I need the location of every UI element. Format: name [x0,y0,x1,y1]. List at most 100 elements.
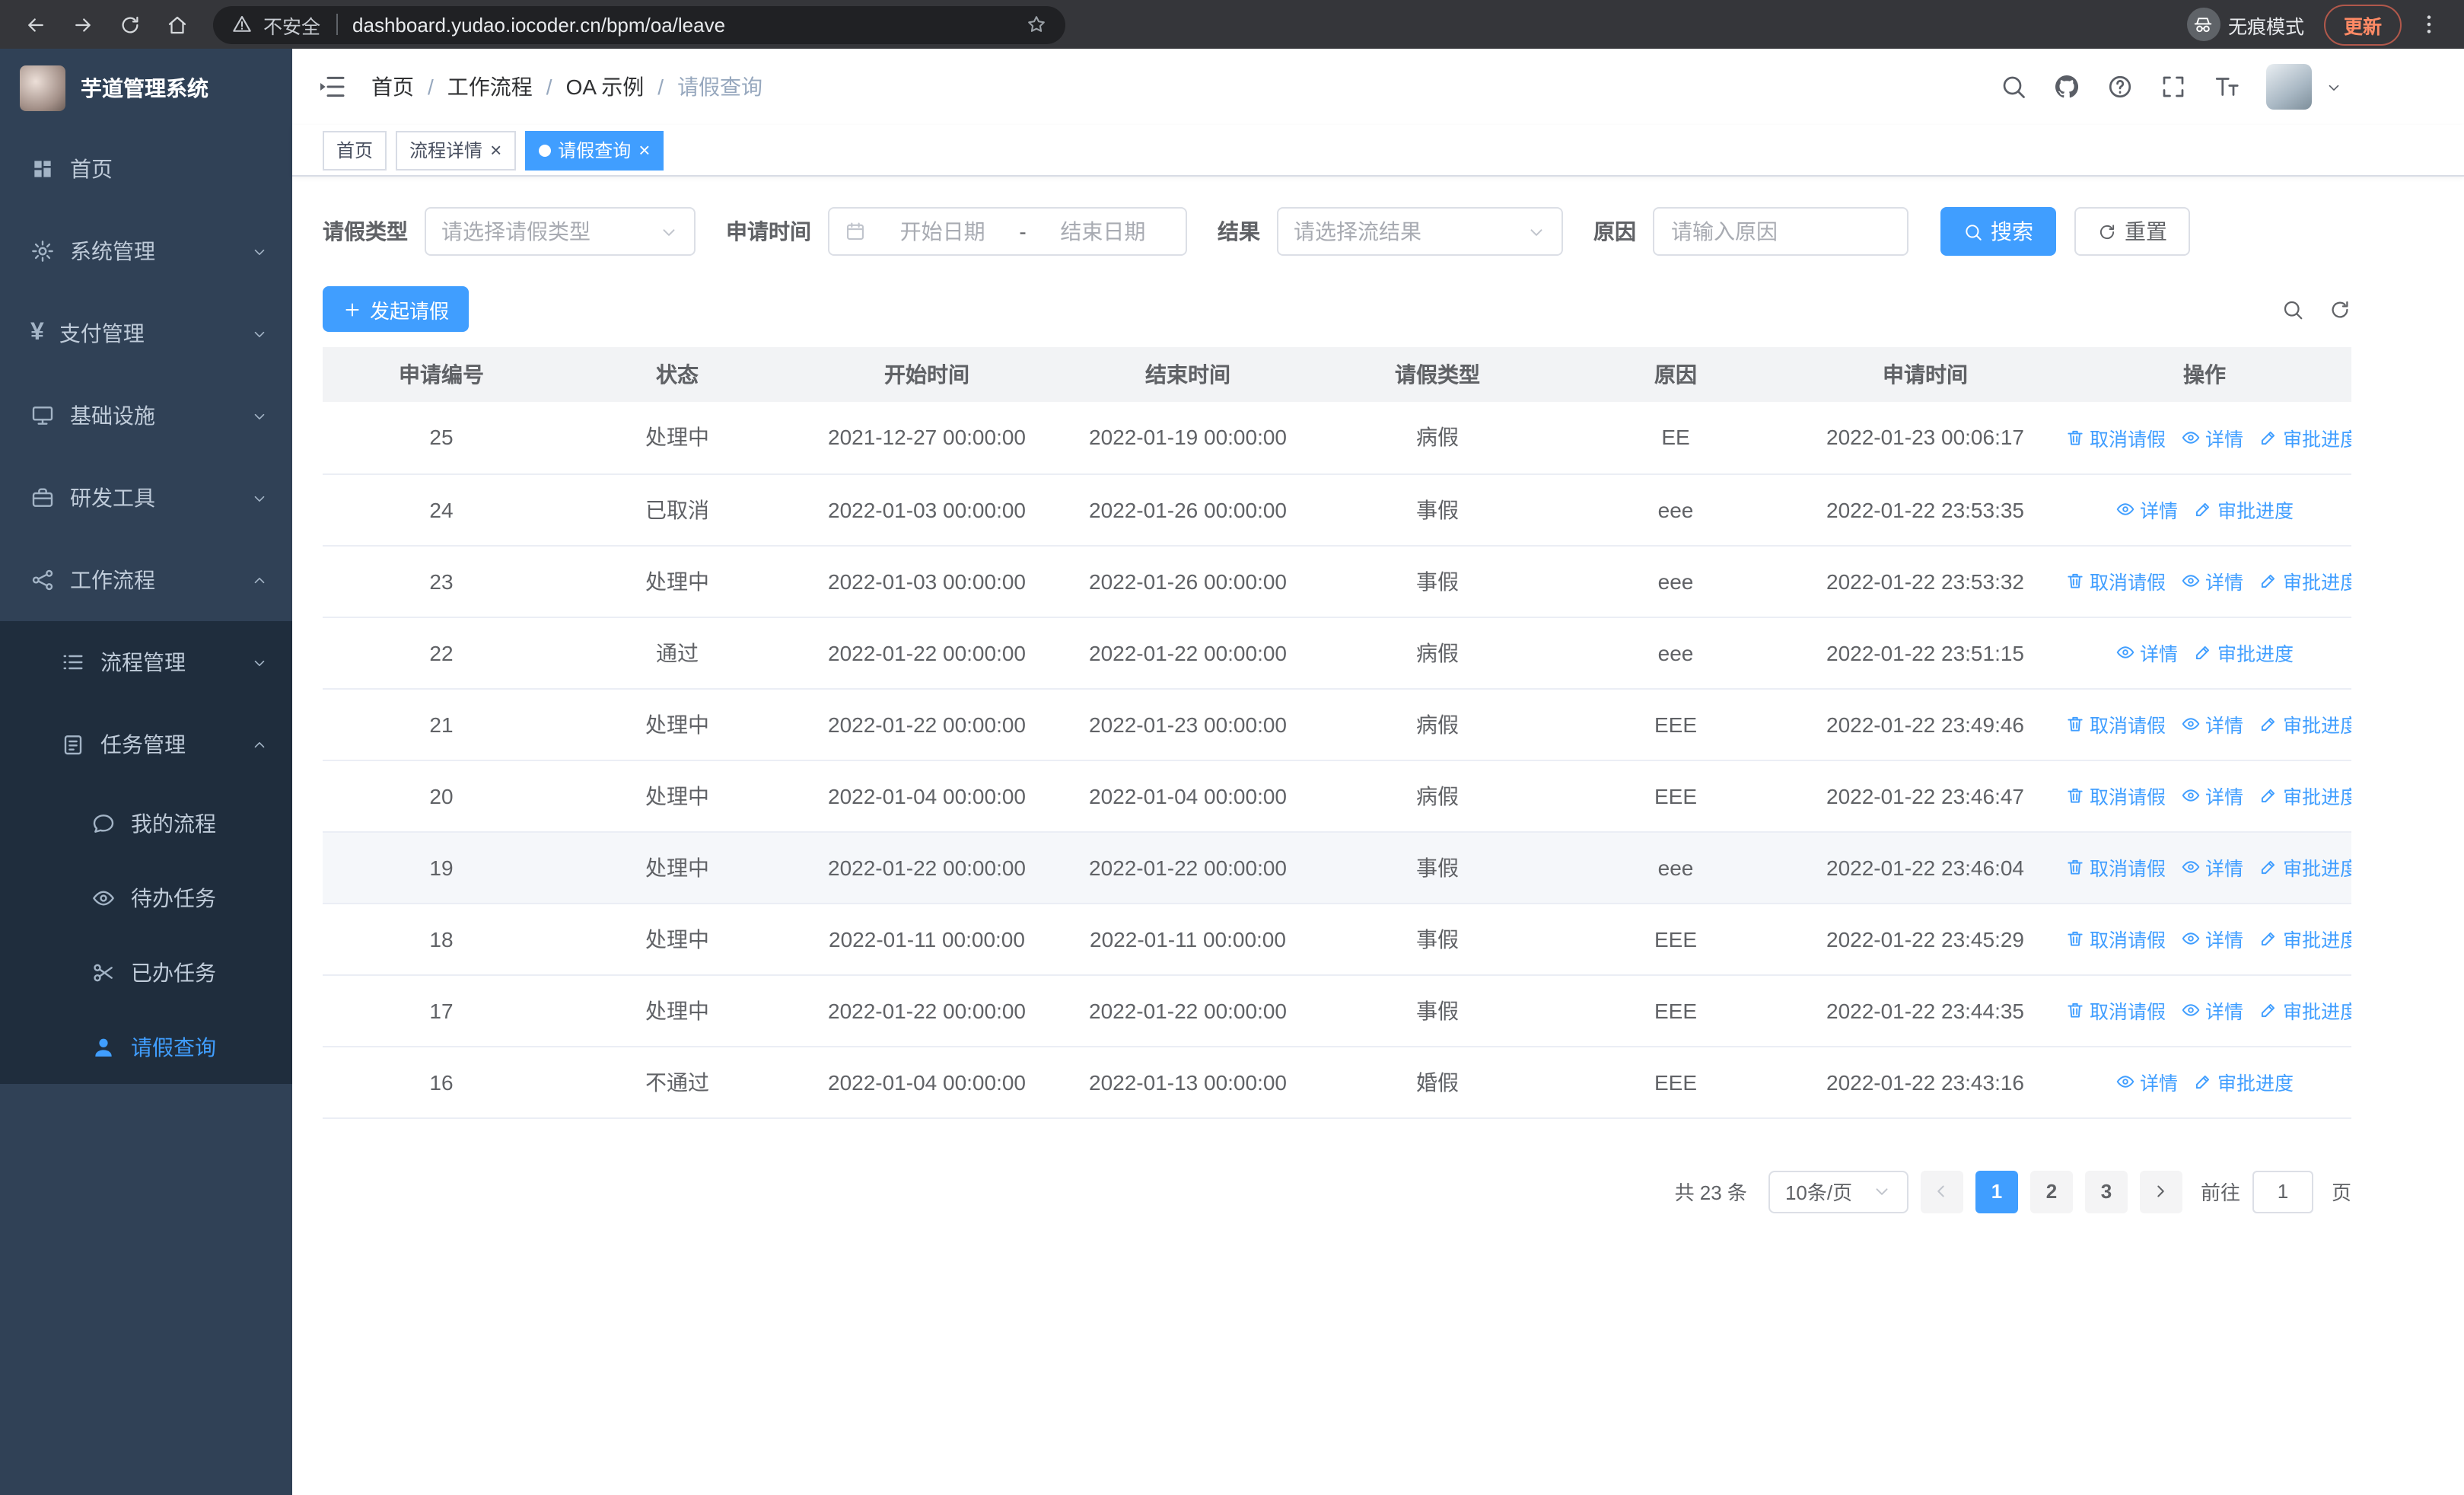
reason-input[interactable] [1656,209,1905,254]
cell-type: 婚假 [1316,1046,1558,1118]
cell-type: 病假 [1316,617,1558,689]
sidebar-item-process-management[interactable]: 流程管理 [0,621,292,703]
action-progress-link[interactable]: 审批进度 [2259,853,2351,881]
result-select[interactable]: 请选择流结果 [1277,207,1563,256]
action-label: 审批进度 [2217,644,2294,665]
action-progress-link[interactable]: 审批进度 [2259,423,2351,452]
action-detail-link[interactable]: 详情 [2181,781,2243,810]
font-size-icon[interactable] [2213,73,2240,100]
eye-icon [2181,571,2201,591]
apply-time-range-picker[interactable]: 开始日期 - 结束日期 [828,207,1187,256]
sidebar-item-workflow[interactable]: 工作流程 [0,539,292,621]
help-icon[interactable] [2106,73,2134,100]
cell-reason: eee [1558,617,1793,689]
tab-home[interactable]: 首页 [323,130,387,170]
create-leave-button[interactable]: 发起请假 [323,286,470,332]
cell-type: 事假 [1316,545,1558,617]
action-detail-link[interactable]: 详情 [2181,709,2243,738]
bookmark-star-icon[interactable] [1026,14,1047,35]
action-detail-link[interactable]: 详情 [2181,924,2243,953]
sidebar-item-task-management[interactable]: 任务管理 [0,703,292,786]
user-avatar[interactable] [2266,64,2312,110]
app-logo[interactable]: 芋道管理系统 [0,49,292,128]
browser-update-button[interactable]: 更新 [2323,4,2402,45]
action-progress-link[interactable]: 审批进度 [2259,924,2351,953]
page-button-1[interactable]: 1 [1975,1170,2018,1213]
browser-menu-icon[interactable] [2409,5,2449,44]
cell-type: 病假 [1316,688,1558,760]
action-detail-link[interactable]: 详情 [2115,495,2178,524]
action-cancel-link[interactable]: 取消请假 [2065,423,2166,452]
action-detail-link[interactable]: 详情 [2181,566,2243,595]
cell-actions: 取消请假 详情 审批进度 [2058,545,2351,617]
main-area: 首页 / 工作流程 / OA 示例 / 请假查询 首页 流程详情 × 请假查询 × 请假类型 [292,49,2464,1495]
action-label: 详情 [2205,859,2244,880]
toggle-search-icon[interactable] [2281,298,2304,320]
cell-id: 25 [323,402,560,474]
action-cancel-link[interactable]: 取消请假 [2065,709,2166,738]
action-progress-link[interactable]: 审批进度 [2259,709,2351,738]
url-text[interactable]: dashboard.yudao.iocoder.cn/bpm/oa/leave [352,13,725,36]
action-cancel-link[interactable]: 取消请假 [2065,781,2166,810]
sidebar-item-my-process[interactable]: 我的流程 [0,786,292,860]
address-bar[interactable]: 不安全 dashboard.yudao.iocoder.cn/bpm/oa/le… [213,5,1065,43]
reset-button[interactable]: 重置 [2074,207,2190,256]
action-cancel-link[interactable]: 取消请假 [2065,566,2166,595]
action-detail-link[interactable]: 详情 [2181,853,2243,881]
action-progress-link[interactable]: 审批进度 [2193,638,2294,667]
prev-page-button[interactable] [1920,1170,1963,1213]
sidebar-item-label: 基础设施 [70,403,155,428]
tab-process-detail[interactable]: 流程详情 × [396,130,516,170]
tab-leave-query[interactable]: 请假查询 × [524,130,664,170]
cell-start: 2022-01-04 00:00:00 [794,760,1059,832]
header-search-icon[interactable] [2000,73,2027,100]
sidebar-toggle-icon[interactable] [317,72,347,102]
tab-close-icon[interactable]: × [638,140,650,160]
page-button-2[interactable]: 2 [2029,1170,2073,1213]
action-cancel-link[interactable]: 取消请假 [2065,853,2166,881]
search-button[interactable]: 搜索 [1940,207,2056,256]
refresh-table-icon[interactable] [2329,298,2351,320]
cell-start: 2021-12-27 00:00:00 [794,402,1059,474]
sidebar-item-dev-tools[interactable]: 研发工具 [0,457,292,539]
security-label[interactable]: 不安全 [263,10,320,39]
page-button-3[interactable]: 3 [2084,1170,2128,1213]
incognito-icon [2194,14,2214,34]
leave-type-select[interactable]: 请选择请假类型 [425,207,696,256]
fullscreen-icon[interactable] [2160,73,2187,100]
browser-back-icon[interactable] [15,5,55,44]
action-detail-link[interactable]: 详情 [2115,1067,2178,1096]
github-icon[interactable] [2053,73,2080,100]
action-detail-link[interactable]: 详情 [2181,996,2243,1025]
sidebar-item-todo-tasks[interactable]: 待办任务 [0,860,292,935]
action-detail-link[interactable]: 详情 [2115,638,2178,667]
goto-page-input[interactable] [2252,1170,2313,1213]
breadcrumb-item[interactable]: OA 示例 [566,72,645,102]
breadcrumb-item[interactable]: 首页 [371,72,414,102]
next-page-button[interactable] [2139,1170,2182,1213]
sidebar-item-done-tasks[interactable]: 已办任务 [0,935,292,1009]
browser-reload-icon[interactable] [110,5,149,44]
sidebar-item-system-management[interactable]: 系统管理 [0,210,292,292]
browser-forward-icon[interactable] [62,5,102,44]
action-progress-link[interactable]: 审批进度 [2193,1067,2294,1096]
action-progress-link[interactable]: 审批进度 [2259,781,2351,810]
action-progress-link[interactable]: 审批进度 [2259,996,2351,1025]
breadcrumb-item[interactable]: 工作流程 [447,72,533,102]
action-cancel-link[interactable]: 取消请假 [2065,924,2166,953]
action-progress-link[interactable]: 审批进度 [2193,495,2294,524]
sidebar-item-payment-management[interactable]: ¥ 支付管理 [0,292,292,375]
avatar-caret-icon[interactable] [2326,78,2342,95]
sidebar-item-home[interactable]: 首页 [0,128,292,210]
browser-home-icon[interactable] [157,5,196,44]
action-cancel-link[interactable]: 取消请假 [2065,996,2166,1025]
sidebar-item-leave-query[interactable]: 请假查询 [0,1009,292,1084]
chevron-down-icon [251,325,268,342]
action-progress-link[interactable]: 审批进度 [2259,566,2351,595]
sidebar-item-infrastructure[interactable]: 基础设施 [0,375,292,457]
page-size-select[interactable]: 10条/页 [1768,1170,1908,1213]
tab-close-icon[interactable]: × [490,140,501,160]
sidebar-item-label: 我的流程 [131,811,216,835]
column-header: 申请时间 [1793,347,2058,402]
action-detail-link[interactable]: 详情 [2181,423,2243,452]
